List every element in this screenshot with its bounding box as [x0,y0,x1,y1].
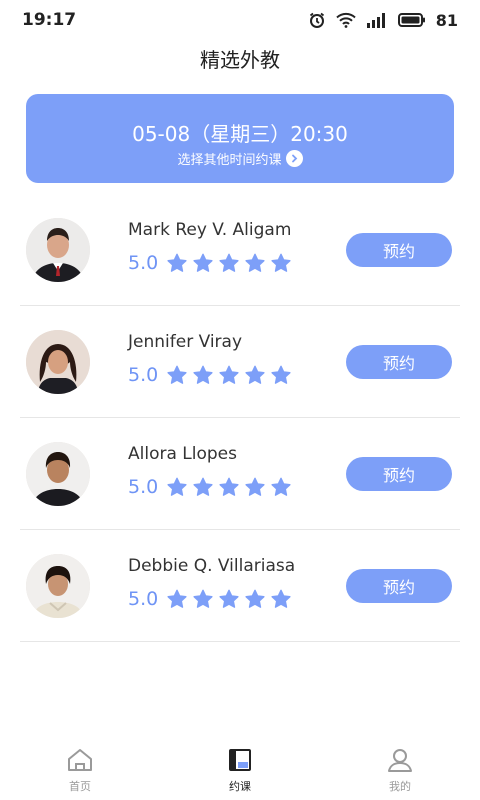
star-icon [219,477,239,496]
selected-datetime: 05-08（星期三）20:30 [132,122,348,146]
star-icon [167,253,187,272]
star-icon [167,477,187,496]
star-icon [245,365,265,384]
teacher-avatar[interactable] [26,218,90,282]
star-icon [193,253,213,272]
star-icon [271,589,291,608]
teacher-row[interactable]: Debbie Q. Villariasa 5.0 预约 [20,530,460,642]
star-icon [245,477,265,496]
book-button[interactable]: 预约 [346,457,452,491]
teacher-avatar[interactable] [26,330,90,394]
book-class-icon [226,748,254,776]
tab-home[interactable]: 首页 [0,742,160,800]
rating-stars [166,476,292,498]
choose-other-time-link[interactable]: 选择其他时间约课 [26,149,454,168]
tab-profile-label: 我的 [389,780,411,793]
rating-stars [166,252,292,274]
page-title: 精选外教 [200,48,280,72]
home-icon [66,748,94,776]
rating-score: 5.0 [128,252,159,274]
tab-book-class-label: 约课 [229,780,251,793]
book-button[interactable]: 预约 [346,569,452,603]
teacher-row[interactable]: Mark Rey V. Aligam 5.0 预约 [20,194,460,306]
signal-icon [366,12,388,28]
star-icon [167,589,187,608]
star-icon [271,365,291,384]
teacher-rating: 5.0 [128,252,292,274]
wifi-icon [336,12,356,28]
teacher-rating: 5.0 [128,588,292,610]
teacher-list: Mark Rey V. Aligam 5.0 预约 Jennifer Viray [20,194,460,642]
tab-book-class[interactable]: 约课 [160,742,320,800]
star-icon [193,365,213,384]
rating-score: 5.0 [128,364,159,386]
teacher-avatar[interactable] [26,554,90,618]
tab-profile[interactable]: 我的 [320,742,480,800]
bottom-tab-bar: 首页 约课 我的 [0,742,480,800]
status-time: 19:17 [22,10,77,30]
book-button[interactable]: 预约 [346,233,452,267]
rating-stars [166,364,292,386]
teacher-name: Allora Llopes [128,444,237,464]
teacher-name: Jennifer Viray [128,332,243,352]
teacher-row[interactable]: Jennifer Viray 5.0 预约 [20,306,460,418]
rating-score: 5.0 [128,588,159,610]
book-button[interactable]: 预约 [346,345,452,379]
star-icon [193,477,213,496]
star-icon [193,589,213,608]
star-icon [271,253,291,272]
chevron-right-icon [285,150,303,167]
rating-score: 5.0 [128,476,159,498]
choose-other-time-label: 选择其他时间约课 [177,153,282,168]
rating-stars [166,588,292,610]
teacher-row[interactable]: Allora Llopes 5.0 预约 [20,418,460,530]
teacher-avatar[interactable] [26,442,90,506]
status-icons: 81 [308,11,458,30]
star-icon [167,365,187,384]
date-banner[interactable]: 05-08（星期三）20:30 选择其他时间约课 [26,94,454,183]
teacher-name: Debbie Q. Villariasa [128,556,296,576]
star-icon [245,589,265,608]
teacher-name: Mark Rey V. Aligam [128,220,292,240]
star-icon [219,253,239,272]
tab-home-label: 首页 [69,780,91,793]
star-icon [271,477,291,496]
battery-level: 81 [435,10,458,30]
teacher-rating: 5.0 [128,364,292,386]
star-icon [245,253,265,272]
star-icon [219,365,239,384]
battery-icon [397,13,426,27]
status-bar: 19:17 81 [0,0,480,40]
star-icon [219,589,239,608]
teacher-rating: 5.0 [128,476,292,498]
profile-icon [386,748,414,776]
alarm-icon [308,11,326,29]
